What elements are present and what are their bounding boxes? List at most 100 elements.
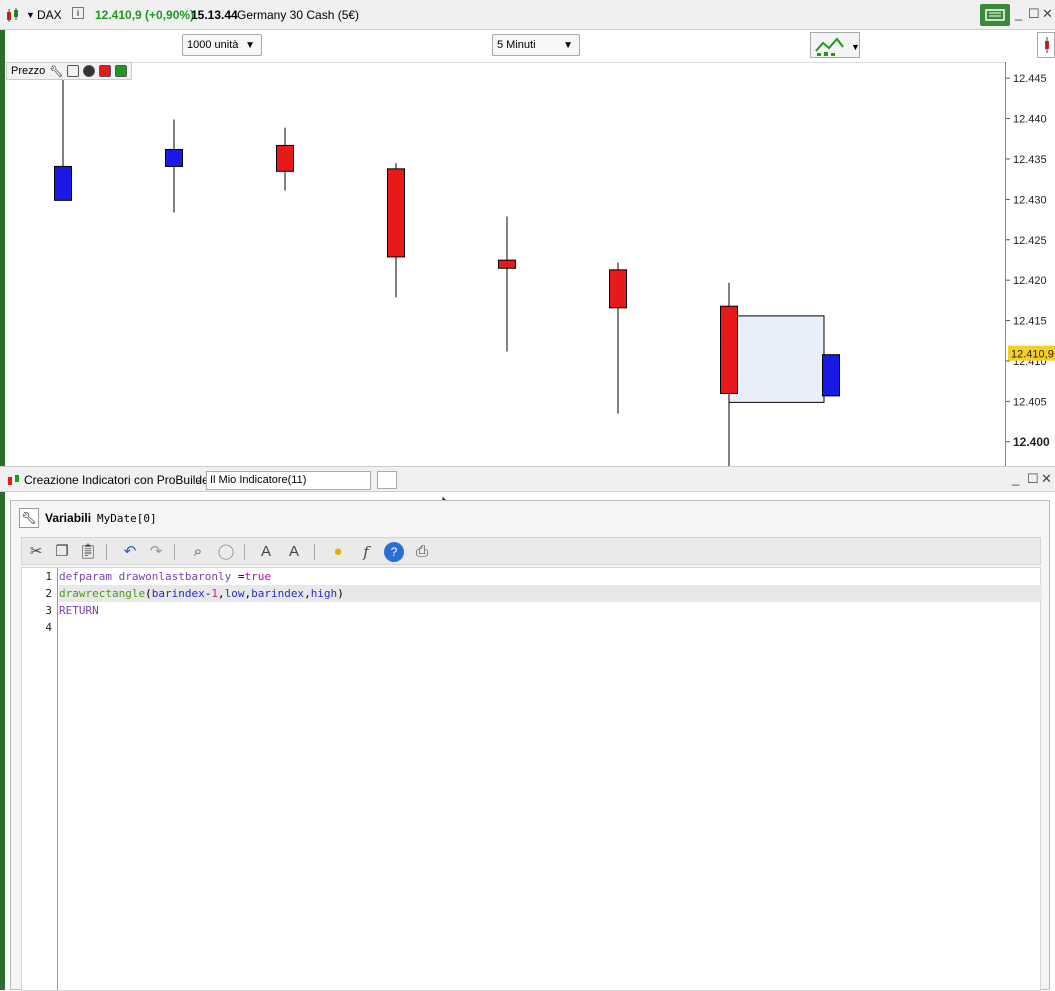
document-icon[interactable] <box>377 471 397 489</box>
code-keyword: RETURN <box>59 604 99 617</box>
search-icon[interactable]: ⌕ <box>188 542 208 562</box>
current-price-label: 12.410,9 <box>1011 349 1054 361</box>
line-number: 3 <box>45 604 52 617</box>
y-tick-label: 12.445 <box>1013 73 1047 85</box>
move-up-icon[interactable] <box>115 65 128 77</box>
code-paren: ) <box>337 587 344 600</box>
candlestick-icon <box>5 7 21 26</box>
maximize-icon[interactable]: ☐ <box>1027 471 1039 487</box>
units-select[interactable]: 1000 unità ▼ <box>182 34 262 56</box>
close-icon[interactable]: ✕ <box>1041 471 1052 487</box>
lightbulb-icon[interactable]: ● <box>328 542 348 562</box>
price-panel-header: Prezzo 🔧︎ <box>6 62 133 80</box>
price-panel-label: Prezzo <box>11 65 46 77</box>
y-axis: 12.445 12.440 12.435 12.430 12.425 12.420 12.4… <box>1005 62 1055 466</box>
code-paren: ( <box>145 587 152 600</box>
function-icon[interactable]: f <box>356 542 376 562</box>
copy-icon[interactable]: ❐ <box>52 542 72 562</box>
probuilder-titlebar: Creazione Indicatori con ProBuilder - Il… <box>0 466 1055 492</box>
move-down-icon[interactable] <box>99 65 112 77</box>
drawn-rectangle <box>728 315 825 403</box>
y-tick-label: 12.440 <box>1013 114 1047 126</box>
code-line-1[interactable]: defparam drawonlastbaronly =true <box>59 568 1042 585</box>
variables-row: 🔧︎ Variabili MyDate[0] <box>19 507 157 529</box>
undo-icon[interactable]: ↶ <box>120 542 140 562</box>
close-circle-icon[interactable] <box>83 65 96 77</box>
comment-icon[interactable]: ◯ <box>216 542 236 562</box>
indicator-name-input[interactable]: Il Mio Indicatore(11) <box>206 471 371 490</box>
y-tick-label: 12.425 <box>1013 235 1047 247</box>
close-icon[interactable]: ✕ <box>1042 6 1053 22</box>
info-icon[interactable]: i <box>72 7 84 19</box>
y-tick-label: 12.435 <box>1013 154 1047 166</box>
title-bar: ▼ DAX i 12.410,9 (+0,90%) 15.13.44 Germa… <box>0 0 1055 30</box>
candle-body <box>498 259 516 269</box>
code-function: drawrectangle <box>59 587 146 600</box>
chevron-down-icon: ▼ <box>245 40 255 51</box>
line-number: 4 <box>45 621 52 634</box>
indicator-name-value: Il Mio Indicatore(11) <box>210 474 307 486</box>
y-tick-label: 12.405 <box>1013 396 1047 408</box>
line-number: 2 <box>45 587 52 600</box>
y-tick-label: 12.420 <box>1013 275 1047 287</box>
cut-icon[interactable]: ✂ <box>26 542 46 562</box>
code-param: drawonlastbaronly <box>111 570 238 583</box>
print-icon[interactable]: ⎙ <box>412 542 432 562</box>
code-variable: barindex <box>151 587 205 600</box>
candlestick-chart[interactable] <box>5 63 1005 467</box>
toolbar-divider <box>314 544 315 560</box>
clock-time: 15.13.44 <box>191 8 238 22</box>
code-line-2[interactable]: drawrectangle(barindex-1,low,barindex,hi… <box>59 585 1042 602</box>
code-variable: low <box>224 587 245 600</box>
toolbar-divider <box>174 544 175 560</box>
minimize-icon[interactable]: _ <box>1015 6 1022 21</box>
editor-toolbar: ✂ ❐ 📋︎ ↶ ↷ ⌕ ◯ A A ● f ? ⎙ <box>21 537 1041 565</box>
price-chart[interactable] <box>5 62 1005 467</box>
candlestick-icon <box>6 472 22 491</box>
window-icon[interactable] <box>67 65 80 77</box>
svg-text:▼: ▼ <box>851 42 860 52</box>
font-decrease-icon[interactable]: A <box>256 542 276 562</box>
variable-name[interactable]: MyDate[0] <box>97 512 157 525</box>
redo-icon[interactable]: ↷ <box>146 542 166 562</box>
code-variable: barindex <box>251 587 305 600</box>
code-variable: high <box>310 587 338 600</box>
wrench-icon[interactable]: 🔧︎ <box>19 508 39 528</box>
instrument-fullname: Germany 30 Cash (5€) <box>237 8 360 22</box>
candle-body <box>165 148 183 167</box>
variables-label[interactable]: Variabili <box>45 511 91 525</box>
toolbar-divider <box>244 544 245 560</box>
minimize-icon[interactable]: _ <box>1012 471 1019 486</box>
timeframe-select[interactable]: 5 Minuti ▼ <box>492 34 580 56</box>
indicator-chart-icon: ▼ <box>815 37 860 56</box>
title-separator: - <box>197 473 201 487</box>
candlestick-icon <box>1045 37 1049 53</box>
code-keyword: defparam <box>59 570 112 583</box>
code-comma: , <box>217 587 225 600</box>
y-tick-label: 12.415 <box>1013 316 1047 328</box>
price-change: 12.410,9 (+0,90%) <box>95 8 195 22</box>
units-select-value: 1000 unità <box>187 39 239 51</box>
candle-body <box>276 144 294 172</box>
code-value: true <box>244 570 271 583</box>
candle-body <box>822 354 840 397</box>
code-line-4[interactable] <box>59 619 1042 636</box>
code-line-3[interactable]: RETURN <box>59 602 1042 619</box>
instrument-name[interactable]: DAX <box>37 8 62 22</box>
indicator-add-button[interactable]: ▼ <box>810 32 860 58</box>
line-number-gutter: 1 2 3 4 <box>22 568 58 990</box>
probuilder-title: Creazione Indicatori con ProBuilder <box>24 473 213 487</box>
wrench-icon[interactable]: 🔧︎ <box>49 65 63 78</box>
candle-body <box>54 165 72 201</box>
code-comma: , <box>304 587 311 600</box>
instrument-dropdown-icon[interactable]: ▼ <box>26 10 35 20</box>
font-increase-icon[interactable]: A <box>284 542 304 562</box>
maximize-icon[interactable]: ☐ <box>1028 6 1040 22</box>
keyboard-icon[interactable] <box>980 4 1010 26</box>
timeframe-select-value: 5 Minuti <box>497 39 536 51</box>
paste-icon[interactable]: 📋︎ <box>78 542 98 562</box>
candle-body <box>609 269 627 309</box>
help-icon[interactable]: ? <box>384 542 404 562</box>
code-editor[interactable]: 1 2 3 4 defparam drawonlastbaronly =true… <box>21 567 1042 991</box>
side-panel-toggle[interactable] <box>1037 32 1055 58</box>
